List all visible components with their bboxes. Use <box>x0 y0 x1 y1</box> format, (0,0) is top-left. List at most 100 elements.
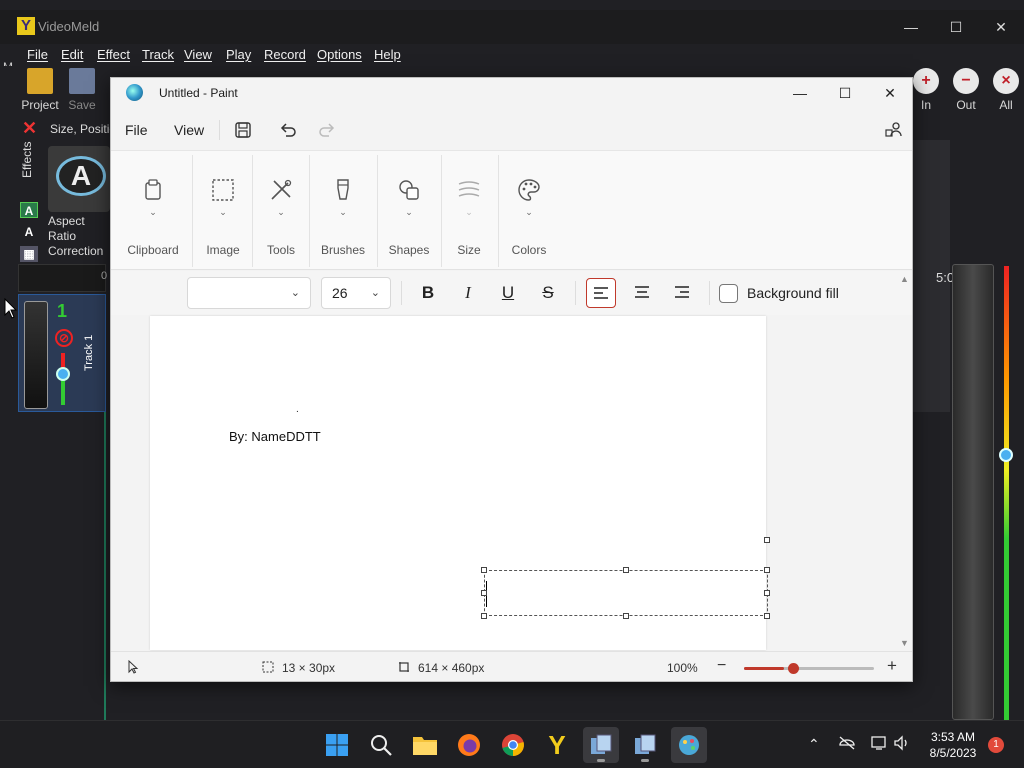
ribbon-colors[interactable]: ⌄ Colors <box>499 151 559 271</box>
zoom-out-icon: − <box>953 68 979 94</box>
chevron-down-icon: ⌄ <box>339 207 347 217</box>
scroll-up-icon[interactable]: ▲ <box>900 274 909 284</box>
videomeld-taskbar-button[interactable]: Y <box>539 727 575 763</box>
ribbon-size: ⌄ Size <box>443 151 495 271</box>
track-gain-slider[interactable] <box>24 301 48 409</box>
vm-save-button[interactable]: Save <box>60 66 104 114</box>
paint-titlebar: Untitled - Paint — ☐ ✕ <box>111 78 912 108</box>
vm-menu-options[interactable]: Options <box>317 47 362 62</box>
zoom-all-icon: × <box>993 68 1019 94</box>
chevron-down-icon: ⌄ <box>370 287 380 299</box>
paint-menu-view[interactable]: View <box>174 122 204 138</box>
resize-handle[interactable] <box>481 590 487 596</box>
vm-menu-play[interactable]: Play <box>226 47 251 62</box>
vm-minimize-button[interactable]: — <box>896 16 926 38</box>
scroll-down-icon[interactable]: ▼ <box>900 638 909 648</box>
volume-icon[interactable] <box>893 735 911 751</box>
vm-zoom-out-button[interactable]: − Out <box>944 66 988 114</box>
palette-icon <box>518 179 540 201</box>
paint-close-button[interactable]: ✕ <box>867 80 913 106</box>
undo-icon[interactable] <box>277 119 299 141</box>
effect-green-a-icon[interactable]: A <box>20 202 38 218</box>
vm-menu-record[interactable]: Record <box>264 47 306 62</box>
zoom-in-button[interactable]: + <box>887 656 897 676</box>
resize-handle[interactable] <box>764 590 770 596</box>
close-effects-icon[interactable]: ✕ <box>22 118 37 139</box>
vm-project-button[interactable]: Project <box>18 66 62 114</box>
font-family-select[interactable]: ⌄ <box>187 277 311 309</box>
align-center-button[interactable] <box>627 278 657 308</box>
installer-2-taskbar-button[interactable] <box>627 727 663 763</box>
effect-text-a-icon[interactable]: A <box>20 224 38 240</box>
vm-menu-edit[interactable]: Edit <box>61 47 83 62</box>
track-mute-icon[interactable]: ⊘ <box>55 329 73 347</box>
size-icon <box>458 181 480 197</box>
videomeld-menubar: File Edit Effect Track View Play Record … <box>0 44 1024 66</box>
display-icon[interactable] <box>871 735 889 751</box>
file-explorer-button[interactable] <box>407 727 443 763</box>
paint-minimize-button[interactable]: — <box>777 80 823 106</box>
strikethrough-button[interactable]: S <box>533 278 563 308</box>
text-input-box[interactable] <box>481 567 770 619</box>
aspect-ratio-effect-thumb[interactable]: A <box>48 146 110 212</box>
vm-maximize-button[interactable]: ☐ <box>941 16 971 38</box>
vm-zoom-all-button[interactable]: × All <box>984 66 1024 114</box>
vm-menu-effect[interactable]: Effect <box>97 47 130 62</box>
master-level-meter <box>1004 266 1009 720</box>
network-offline-icon[interactable] <box>838 735 856 751</box>
resize-handle[interactable] <box>764 567 770 573</box>
ribbon-brushes[interactable]: ⌄ Brushes <box>316 151 370 271</box>
ribbon-image[interactable]: ⌄ Image <box>195 151 251 271</box>
effect-image-icon[interactable]: ▦ <box>20 246 38 262</box>
vm-menu-track[interactable]: Track <box>142 47 174 62</box>
installer-taskbar-button[interactable] <box>583 727 619 763</box>
chevron-down-icon: ⌄ <box>405 207 413 217</box>
background-fill-checkbox[interactable] <box>719 284 738 303</box>
shapes-icon <box>399 180 419 200</box>
resize-handle[interactable] <box>481 613 487 619</box>
paint-menu-file[interactable]: File <box>125 122 148 138</box>
vm-track-header[interactable]: 1 ⊘ Track 1 <box>18 294 106 412</box>
vm-menu-view[interactable]: View <box>184 47 212 62</box>
track-volume-knob[interactable] <box>56 367 70 381</box>
canvas-dot: . <box>296 404 299 415</box>
ribbon-tools[interactable]: ⌄ Tools <box>253 151 309 271</box>
search-button[interactable] <box>363 727 399 763</box>
paint-maximize-button[interactable]: ☐ <box>822 80 868 106</box>
vm-close-button[interactable]: ✕ <box>986 16 1016 38</box>
show-hidden-icons-button[interactable]: ⌃ <box>808 736 820 753</box>
master-gain-slider[interactable] <box>952 264 994 720</box>
effects-tab[interactable]: Effects <box>20 142 34 178</box>
vm-menu-help[interactable]: Help <box>374 47 401 62</box>
italic-button[interactable]: I <box>453 278 483 308</box>
canvas-area: . By: NameDDTT <box>111 316 912 650</box>
firefox-button[interactable] <box>451 727 487 763</box>
start-button[interactable] <box>319 727 355 763</box>
resize-handle[interactable] <box>623 567 629 573</box>
underline-button[interactable]: U <box>493 278 523 308</box>
account-icon[interactable] <box>883 119 905 141</box>
save-icon[interactable] <box>232 119 254 141</box>
redo-icon[interactable] <box>316 119 338 141</box>
paint-taskbar-button[interactable] <box>671 727 707 763</box>
ribbon-clipboard[interactable]: ⌄ Clipboard <box>123 151 183 271</box>
align-right-button[interactable] <box>667 278 697 308</box>
zoom-slider[interactable] <box>744 663 874 674</box>
resize-handle[interactable] <box>623 613 629 619</box>
font-size-select[interactable]: 26 ⌄ <box>321 277 391 309</box>
drawing-canvas[interactable]: . By: NameDDTT <box>150 316 770 650</box>
ribbon-shapes[interactable]: ⌄ Shapes <box>381 151 437 271</box>
master-volume-knob[interactable] <box>999 448 1013 462</box>
zoom-out-button[interactable]: − <box>717 657 726 675</box>
taskbar-clock[interactable]: 3:53 AM 8/5/2023 <box>920 729 986 761</box>
paint-icon <box>679 735 699 755</box>
chrome-button[interactable] <box>495 727 531 763</box>
align-left-button[interactable] <box>586 278 616 308</box>
resize-handle[interactable] <box>764 613 770 619</box>
notification-badge[interactable]: 1 <box>988 737 1004 753</box>
canvas-resize-handle[interactable] <box>764 537 770 543</box>
zoom-slider-thumb[interactable] <box>788 663 799 674</box>
vm-menu-file[interactable]: File <box>27 47 48 62</box>
resize-handle[interactable] <box>481 567 487 573</box>
bold-button[interactable]: B <box>413 278 443 308</box>
